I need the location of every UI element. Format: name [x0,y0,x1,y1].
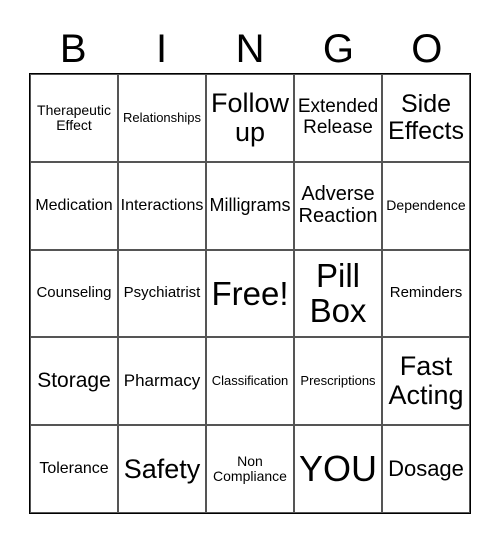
bingo-cell[interactable]: Therapeutic Effect [30,74,118,162]
header-letter-b: B [59,27,87,71]
bingo-cell[interactable]: Pharmacy [118,337,206,426]
bingo-header: B I N G O [29,26,471,72]
bingo-cell[interactable]: Pill Box [294,249,382,338]
bingo-cell[interactable]: Psychiatrist [118,249,206,338]
bingo-cell[interactable]: Adverse Reaction [294,161,382,250]
bingo-cell[interactable]: Relationships [118,74,206,162]
bingo-cell[interactable]: Non Compliance [206,425,294,513]
bingo-cell[interactable]: Dosage [382,425,470,513]
bingo-cell[interactable]: Free! [206,249,294,338]
header-letter-o: O [411,27,443,71]
header-letter-i: I [156,27,168,71]
bingo-cell[interactable]: Milligrams [206,161,294,250]
bingo-cell[interactable]: Follow up [206,74,294,162]
bingo-cell[interactable]: Medication [30,161,118,250]
bingo-cell[interactable]: Storage [30,337,118,426]
bingo-cell[interactable]: Fast Acting [382,337,470,426]
bingo-cell[interactable]: Side Effects [382,74,470,162]
bingo-cell[interactable]: Dependence [382,161,470,250]
bingo-cell[interactable]: Tolerance [30,425,118,513]
bingo-cell[interactable]: Classification [206,337,294,426]
bingo-cell[interactable]: Extended Release [294,74,382,162]
header-letter-g: G [322,27,354,71]
bingo-cell[interactable]: Reminders [382,249,470,338]
header-letter-n: N [235,27,265,71]
bingo-cell[interactable]: Prescriptions [294,337,382,426]
bingo-cell[interactable]: Counseling [30,249,118,338]
bingo-cell[interactable]: Interactions [118,161,206,250]
bingo-cell[interactable]: YOU [294,425,382,513]
bingo-grid: Therapeutic Effect Relationships Follow up… [29,73,471,514]
bingo-cell[interactable]: Safety [118,425,206,513]
